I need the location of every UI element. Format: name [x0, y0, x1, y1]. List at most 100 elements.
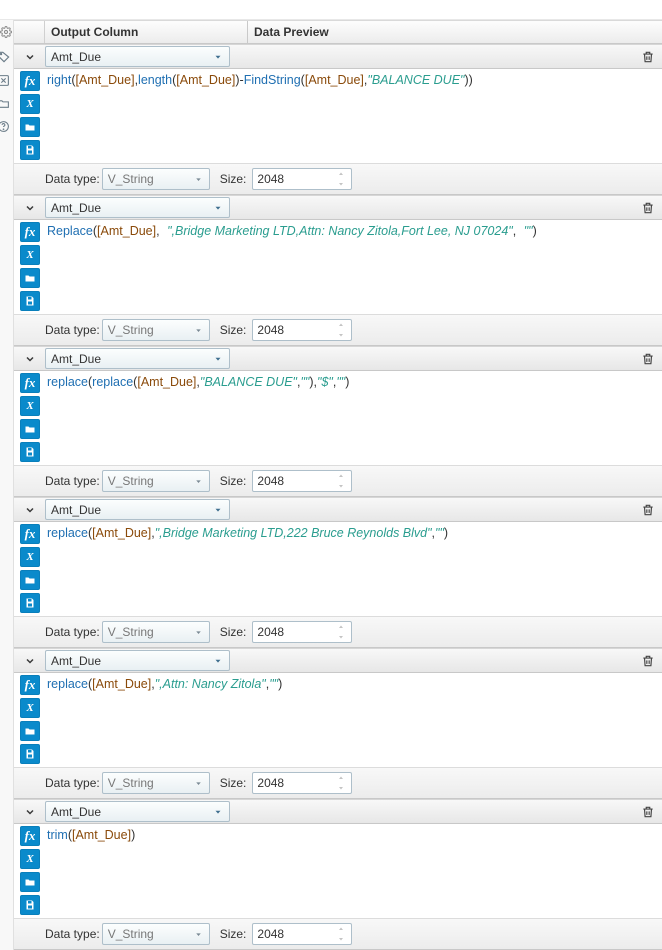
variable-button[interactable]: X [20, 245, 40, 265]
fx-button[interactable]: fx [20, 71, 40, 91]
delete-button[interactable] [640, 351, 656, 367]
variable-button[interactable]: X [20, 849, 40, 869]
left-rail [0, 20, 14, 950]
size-spinner[interactable] [331, 169, 351, 189]
fx-button[interactable]: fx [20, 222, 40, 242]
output-column-select[interactable]: Amt_Due [45, 348, 230, 369]
size-label: Size: [220, 323, 247, 337]
variable-button[interactable]: X [20, 698, 40, 718]
save-button[interactable] [20, 593, 40, 613]
output-column-select[interactable]: Amt_Due [45, 499, 230, 520]
fx-button[interactable]: fx [20, 524, 40, 544]
fx-button[interactable]: fx [20, 373, 40, 393]
size-spinner[interactable] [331, 622, 351, 642]
row-toggle[interactable] [14, 649, 45, 672]
folder-button[interactable] [20, 419, 40, 439]
spinner-down-icon[interactable] [331, 179, 351, 189]
folder-button[interactable] [20, 872, 40, 892]
size-input[interactable] [253, 172, 323, 186]
variable-button[interactable]: X [20, 94, 40, 114]
size-input[interactable] [253, 323, 323, 337]
fx-button[interactable]: fx [20, 826, 40, 846]
fx-button[interactable]: fx [20, 675, 40, 695]
side-icons [0, 50, 15, 133]
data-type-select[interactable]: V_String [102, 319, 210, 341]
expression-editor[interactable]: replace(replace([Amt_Due],"BALANCE DUE",… [45, 371, 662, 464]
size-label: Size: [220, 172, 247, 186]
row-toggle[interactable] [14, 347, 45, 370]
data-type-label: Data type: [45, 625, 100, 639]
size-input[interactable] [253, 474, 323, 488]
data-type-label: Data type: [45, 776, 100, 790]
output-column-select[interactable]: Amt_Due [45, 650, 230, 671]
spinner-up-icon[interactable] [331, 471, 351, 481]
row-toggle[interactable] [14, 196, 45, 219]
spinner-up-icon[interactable] [331, 924, 351, 934]
save-button[interactable] [20, 895, 40, 915]
expression-area: fx X replace([Amt_Due],",Bridge Marketin… [14, 522, 662, 616]
save-button[interactable] [20, 744, 40, 764]
expression-editor[interactable]: right([Amt_Due],length([Amt_Due])-FindSt… [45, 69, 662, 162]
size-input[interactable] [253, 625, 323, 639]
spinner-down-icon[interactable] [331, 330, 351, 340]
row-subheader: Amt_Due [14, 346, 662, 371]
output-column-value: Amt_Due [51, 654, 101, 668]
expression-editor[interactable]: replace([Amt_Due],",Attn: Nancy Zitola",… [45, 673, 662, 766]
size-spinner[interactable] [331, 471, 351, 491]
variable-button[interactable]: X [20, 396, 40, 416]
dropdown-caret-icon [210, 200, 226, 215]
size-spinner[interactable] [331, 924, 351, 944]
size-input[interactable] [253, 776, 323, 790]
folder-button[interactable] [20, 570, 40, 590]
size-input[interactable] [253, 927, 323, 941]
data-type-select[interactable]: V_String [102, 168, 210, 190]
row-toggle[interactable] [14, 498, 45, 521]
size-input-wrap [252, 319, 352, 341]
output-column-select[interactable]: Amt_Due [45, 46, 230, 67]
spinner-down-icon[interactable] [331, 632, 351, 642]
spinner-up-icon[interactable] [331, 169, 351, 179]
spinner-up-icon[interactable] [331, 320, 351, 330]
expression-editor[interactable]: replace([Amt_Due],",Bridge Marketing LTD… [45, 522, 662, 615]
expression-area: fx X replace([Amt_Due],",Attn: Nancy Zit… [14, 673, 662, 767]
output-column-select[interactable]: Amt_Due [45, 801, 230, 822]
save-button[interactable] [20, 291, 40, 311]
variable-button[interactable]: X [20, 547, 40, 567]
delete-button[interactable] [640, 49, 656, 65]
spinner-up-icon[interactable] [331, 622, 351, 632]
spinner-down-icon[interactable] [331, 783, 351, 793]
expression-editor[interactable]: Replace([Amt_Due], ",Bridge Marketing LT… [45, 220, 662, 313]
data-type-value: V_String [108, 172, 154, 186]
help-icon[interactable] [0, 120, 15, 133]
delete-button[interactable] [640, 502, 656, 518]
data-type-select[interactable]: V_String [102, 470, 210, 492]
spinner-down-icon[interactable] [331, 481, 351, 491]
delete-button[interactable] [640, 804, 656, 820]
delete-button[interactable] [640, 200, 656, 216]
folder-button[interactable] [20, 721, 40, 741]
dropdown-caret-icon [192, 776, 206, 790]
folder-button[interactable] [20, 268, 40, 288]
delete-button[interactable] [640, 653, 656, 669]
spinner-down-icon[interactable] [331, 934, 351, 944]
dropdown-caret-icon [210, 351, 226, 366]
dropdown-caret-icon [192, 172, 206, 186]
folder-icon[interactable] [0, 97, 15, 110]
gear-icon[interactable] [0, 26, 12, 38]
save-button[interactable] [20, 442, 40, 462]
row-toggle[interactable] [14, 800, 45, 823]
data-type-select[interactable]: V_String [102, 621, 210, 643]
size-spinner[interactable] [331, 773, 351, 793]
dropdown-caret-icon [210, 502, 226, 517]
size-spinner[interactable] [331, 320, 351, 340]
x-icon[interactable] [0, 74, 15, 87]
save-button[interactable] [20, 140, 40, 160]
data-type-select[interactable]: V_String [102, 772, 210, 794]
expression-editor[interactable]: trim([Amt_Due]) [45, 824, 662, 917]
row-toggle[interactable] [14, 45, 45, 68]
folder-button[interactable] [20, 117, 40, 137]
expression-row: Amt_Due fx X [14, 497, 662, 648]
spinner-up-icon[interactable] [331, 773, 351, 783]
tag-icon[interactable] [0, 50, 15, 64]
output-column-select[interactable]: Amt_Due [45, 197, 230, 218]
